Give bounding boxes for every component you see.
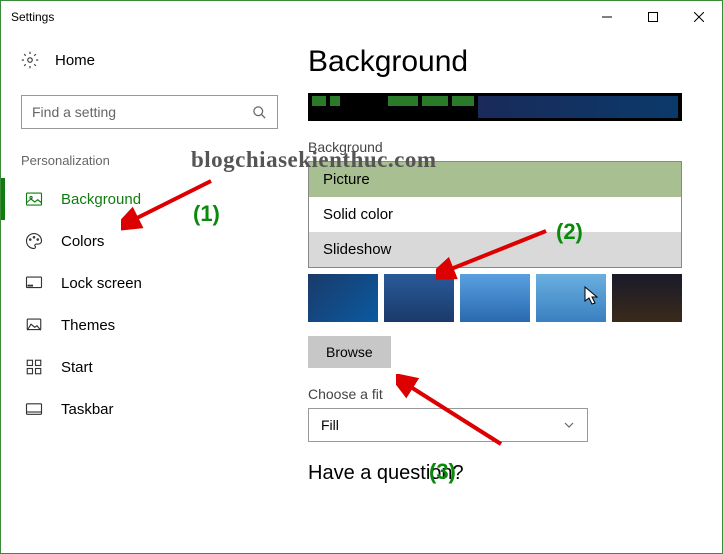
themes-icon bbox=[25, 316, 43, 334]
search-icon bbox=[252, 105, 267, 120]
thumbnail[interactable] bbox=[536, 274, 606, 322]
sidebar-item-background[interactable]: Background bbox=[1, 178, 298, 220]
background-label: Background bbox=[308, 139, 682, 155]
sidebar-item-lockscreen[interactable]: Lock screen bbox=[1, 262, 298, 304]
gear-icon bbox=[21, 51, 39, 69]
sidebar-item-themes[interactable]: Themes bbox=[1, 304, 298, 346]
option-slideshow[interactable]: Slideshow bbox=[309, 232, 681, 267]
category-label: Personalization bbox=[1, 153, 298, 178]
sidebar-item-label: Background bbox=[61, 191, 141, 208]
sidebar: Home Find a setting Personalization Back… bbox=[1, 33, 298, 553]
fit-value: Fill bbox=[321, 417, 339, 433]
main-panel: Background Background Picture Solid colo… bbox=[298, 33, 722, 553]
sidebar-item-colors[interactable]: Colors bbox=[1, 220, 298, 262]
home-link[interactable]: Home bbox=[1, 45, 298, 85]
home-label: Home bbox=[55, 52, 95, 69]
sidebar-item-label: Start bbox=[61, 359, 93, 376]
start-icon bbox=[25, 358, 43, 376]
settings-window: Settings Home Find a setting Personaliza… bbox=[0, 0, 723, 554]
sidebar-item-taskbar[interactable]: Taskbar bbox=[1, 388, 298, 430]
thumbnail[interactable] bbox=[308, 274, 378, 322]
sidebar-item-label: Colors bbox=[61, 233, 104, 250]
sidebar-item-start[interactable]: Start bbox=[1, 346, 298, 388]
question-heading: Have a question? bbox=[308, 462, 682, 485]
lockscreen-icon bbox=[25, 274, 43, 292]
desktop-preview bbox=[308, 93, 682, 121]
background-dropdown[interactable]: Picture Solid color Slideshow bbox=[308, 161, 682, 268]
fit-dropdown[interactable]: Fill bbox=[308, 408, 588, 442]
page-title: Background bbox=[308, 45, 682, 79]
maximize-button[interactable] bbox=[630, 1, 676, 33]
thumbnail[interactable] bbox=[384, 274, 454, 322]
thumbnail[interactable] bbox=[460, 274, 530, 322]
fit-label: Choose a fit bbox=[308, 386, 682, 402]
taskbar-icon bbox=[25, 400, 43, 418]
option-picture[interactable]: Picture bbox=[309, 162, 681, 197]
chevron-down-icon bbox=[563, 419, 575, 431]
sidebar-item-label: Taskbar bbox=[61, 401, 114, 418]
picture-icon bbox=[25, 190, 43, 208]
palette-icon bbox=[25, 232, 43, 250]
thumbnail[interactable] bbox=[612, 274, 682, 322]
sidebar-item-label: Lock screen bbox=[61, 275, 142, 292]
picture-thumbnails bbox=[308, 274, 682, 322]
minimize-button[interactable] bbox=[584, 1, 630, 33]
window-title: Settings bbox=[11, 10, 54, 24]
option-solid-color[interactable]: Solid color bbox=[309, 197, 681, 232]
browse-button[interactable]: Browse bbox=[308, 336, 391, 368]
titlebar: Settings bbox=[1, 1, 722, 33]
close-button[interactable] bbox=[676, 1, 722, 33]
search-placeholder: Find a setting bbox=[32, 104, 252, 120]
search-input[interactable]: Find a setting bbox=[21, 95, 278, 129]
sidebar-item-label: Themes bbox=[61, 317, 115, 334]
